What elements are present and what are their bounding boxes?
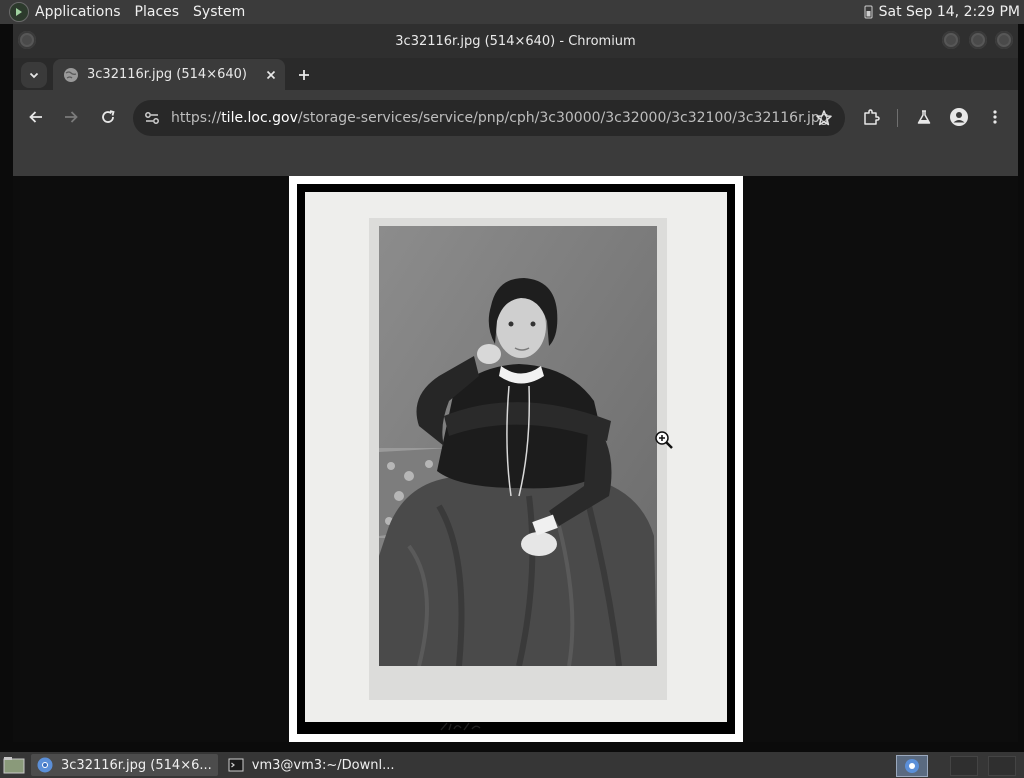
back-button[interactable] [25, 106, 47, 128]
reload-icon [102, 110, 115, 123]
woman-portrait-illustration [379, 226, 657, 666]
workspace-2[interactable] [988, 756, 1016, 776]
chromium-tray-icon [905, 759, 919, 773]
handwritten-mark [440, 722, 481, 731]
battery-icon[interactable] [864, 5, 873, 19]
distro-logo-icon[interactable] [9, 2, 29, 22]
bottom-taskbar: 3c32116r.jpg (514×6... vm3@vm3:~/Downl..… [0, 752, 1024, 778]
minimize-button[interactable] [942, 31, 960, 49]
chevron-down-icon [29, 72, 39, 79]
extensions-button[interactable] [861, 107, 881, 127]
maximize-button[interactable] [969, 31, 987, 49]
workspace-switcher[interactable] [950, 756, 1016, 776]
browser-menu-button[interactable] [985, 107, 1005, 127]
reload-button[interactable] [97, 106, 119, 128]
taskbar-item-terminal[interactable]: vm3@vm3:~/Downl... [222, 754, 401, 776]
menu-places[interactable]: Places [135, 4, 180, 20]
plus-icon [299, 70, 309, 80]
kebab-menu-icon [993, 110, 997, 124]
puzzle-icon [864, 109, 880, 125]
page-content[interactable] [13, 176, 1018, 742]
browser-window: 3c32116r.jpg (514×640) - Chromium 3c3211… [13, 24, 1018, 742]
menu-system[interactable]: System [193, 4, 245, 20]
labs-button[interactable] [914, 107, 934, 127]
tab-active[interactable]: 3c32116r.jpg (514×640) [53, 59, 285, 90]
bookmarks-bar [13, 146, 1018, 176]
menu-applications[interactable]: Applications [35, 4, 121, 20]
profile-button[interactable] [949, 107, 969, 127]
flask-icon [917, 110, 931, 124]
show-desktop-icon[interactable] [3, 756, 25, 774]
browser-toolbar: https://tile.loc.gov/storage-services/se… [13, 90, 1018, 146]
new-tab-button[interactable] [295, 66, 313, 84]
address-bar[interactable]: https://tile.loc.gov/storage-services/se… [133, 100, 845, 136]
url-host: tile.loc.gov [221, 110, 298, 126]
taskbar-item-chromium[interactable]: 3c32116r.jpg (514×6... [31, 754, 218, 776]
workspace-1[interactable] [950, 756, 978, 776]
avatar-icon [950, 108, 968, 126]
displayed-image[interactable] [289, 176, 743, 742]
url-text[interactable]: https://tile.loc.gov/storage-services/se… [171, 110, 829, 126]
window-title: 3c32116r.jpg (514×640) - Chromium [395, 33, 636, 49]
close-tab-icon[interactable] [263, 67, 279, 83]
tray-chromium-icon[interactable] [896, 755, 928, 777]
arrow-left-icon [29, 111, 42, 123]
toolbar-separator [897, 109, 898, 127]
tab-title: 3c32116r.jpg (514×640) [87, 67, 247, 82]
zoom-in-cursor-icon [655, 431, 673, 449]
window-menu-button[interactable] [18, 31, 36, 49]
panel-clock[interactable]: Sat Sep 14, 2:29 PM [879, 4, 1020, 20]
close-window-button[interactable] [995, 31, 1013, 49]
site-settings-icon[interactable] [143, 109, 161, 127]
terminal-icon [228, 758, 244, 772]
chromium-icon [37, 757, 53, 773]
taskbar-item-label: vm3@vm3:~/Downl... [251, 757, 395, 773]
window-titlebar[interactable]: 3c32116r.jpg (514×640) - Chromium [13, 24, 1018, 58]
taskbar-item-label: 3c32116r.jpg (514×6... [61, 757, 212, 773]
tab-strip: 3c32116r.jpg (514×640) [13, 58, 1018, 90]
arrow-right-icon [65, 111, 78, 123]
top-panel: Applications Places System Sat Sep 14, 2… [0, 0, 1024, 24]
globe-icon [64, 67, 78, 82]
url-path: /storage-services/service/pnp/cph/3c3000… [297, 110, 829, 126]
tab-search-button[interactable] [21, 62, 47, 88]
url-scheme: https:// [171, 110, 222, 126]
bookmark-star-icon[interactable] [815, 109, 833, 127]
portrait-print [379, 226, 657, 666]
forward-button[interactable] [60, 106, 82, 128]
